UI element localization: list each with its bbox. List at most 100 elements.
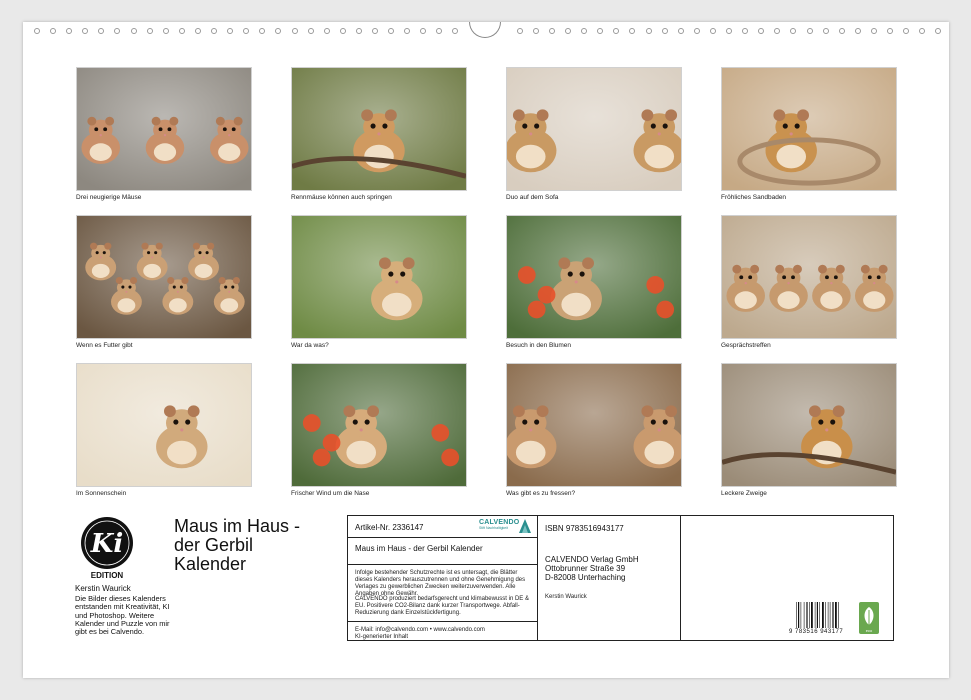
binding-hole: [516, 28, 523, 34]
binding-hole: [194, 28, 201, 34]
binding-hole: [742, 28, 749, 34]
calendar-photo: [506, 363, 682, 487]
publisher-city: D-82008 Unterhaching: [545, 573, 626, 582]
binding-hole: [291, 28, 298, 34]
logo-letters: Ki: [90, 529, 123, 559]
photo-caption: Rennmäuse können auch springen: [291, 194, 392, 201]
binding-hole: [854, 28, 861, 34]
binding-hole: [275, 28, 282, 34]
binding-hole: [114, 28, 121, 34]
gerbil-flowers-icon: [507, 216, 681, 338]
photo-caption: Gesprächstreffen: [721, 342, 771, 349]
calendar-photo: [76, 67, 252, 191]
ai-note: KI-generierter Inhalt: [355, 634, 409, 640]
photo-caption: Fröhliches Sandbaden: [721, 194, 787, 201]
calendar-photo: [291, 215, 467, 339]
article-number: Artikel-Nr. 2336147: [355, 523, 424, 532]
gerbil-pair-food-icon: [507, 364, 681, 486]
binding-hole: [82, 28, 89, 34]
binding-hole: [34, 28, 40, 34]
contact-line: E-Mail: info@calvendo.com • www.calvendo…: [355, 627, 485, 633]
binding-hole: [130, 28, 137, 34]
photo-caption: Was gibt es zu fressen?: [506, 490, 576, 497]
calendar-photo: [506, 215, 682, 339]
binding-hole: [532, 28, 539, 34]
binding-hole: [790, 28, 797, 34]
binding-hole: [935, 28, 942, 34]
binding-hole: [436, 28, 443, 34]
title-line: Kalender: [174, 554, 247, 574]
divider: [537, 516, 538, 640]
author-name: Kerstin Waurick: [75, 584, 131, 593]
binding-hole: [420, 28, 427, 34]
eco-notice: CALVENDO produziert bedarfsgerecht und k…: [355, 596, 529, 616]
binding-hole: [645, 28, 652, 34]
binding-hole: [629, 28, 636, 34]
calendar-title: Maus im Haus - der Gerbil Kalender: [174, 517, 334, 574]
binding-hole: [259, 28, 266, 34]
calendar-photo: [721, 215, 897, 339]
photo-caption: Drei neugierige Mäuse: [76, 194, 142, 201]
gerbil-sunshine-icon: [77, 364, 251, 486]
barcode-number: 9 783516 943177: [789, 629, 844, 635]
calendar-photo: [721, 67, 897, 191]
binding-hole: [307, 28, 314, 34]
eco-leaf-icon: eco: [859, 602, 879, 634]
binding-hole: [211, 28, 218, 34]
divider: [348, 537, 537, 538]
divider: [680, 516, 681, 640]
photo-caption: Leckere Zweige: [721, 490, 767, 497]
gerbil-twig-icon: [722, 364, 896, 486]
binding-hole: [919, 28, 926, 34]
binding-hole: [323, 28, 330, 34]
photo-caption: Frischer Wind um die Nase: [291, 490, 370, 497]
two-gerbils-icon: [507, 68, 681, 190]
binding-hole: [774, 28, 781, 34]
publisher-street: Ottobrunner Straße 39: [545, 564, 626, 573]
calendar-photo: [721, 363, 897, 487]
many-gerbils-icon: [77, 216, 251, 338]
binding-hole: [613, 28, 620, 34]
binding-hole: [66, 28, 73, 34]
binding-hole: [452, 28, 459, 34]
binding-hole: [886, 28, 893, 34]
binding-hole: [404, 28, 411, 34]
photo-caption: Duo auf dem Sofa: [506, 194, 559, 201]
photo-caption: War da was?: [291, 342, 329, 349]
calendar-photo: [291, 363, 467, 487]
binding-hole: [903, 28, 910, 34]
gerbil-group-icon: [722, 216, 896, 338]
binding-hole: [227, 28, 234, 34]
binding-hole: [243, 28, 250, 34]
calendar-name: Maus im Haus - der Gerbil Kalender: [355, 544, 483, 553]
info-box: Artikel-Nr. 2336147 CALVENDO Stift Nachh…: [347, 515, 894, 641]
binding-hole: [822, 28, 829, 34]
binding-hole: [806, 28, 813, 34]
binding-hole: [565, 28, 572, 34]
publisher-name: CALVENDO Verlag GmbH: [545, 555, 639, 564]
divider: [348, 564, 537, 565]
divider: [348, 621, 537, 622]
binding-hole: [726, 28, 733, 34]
calendar-photo: [76, 363, 252, 487]
binding-hole: [371, 28, 378, 34]
binding-hole: [581, 28, 588, 34]
gerbil-portrait-icon: [292, 216, 466, 338]
legal-notice: Infolge bestehender Schutzrechte ist es …: [355, 570, 526, 597]
binding-hole: [677, 28, 684, 34]
calendar-photo: [76, 215, 252, 339]
calendar-photo: [291, 67, 467, 191]
title-line: Maus im Haus -: [174, 516, 301, 536]
isbn: ISBN 9783516943177: [545, 524, 624, 533]
svg-text:eco: eco: [866, 628, 873, 633]
ki-edition-logo-icon: Ki EDITION: [79, 515, 135, 581]
title-line: der Gerbil: [174, 535, 254, 555]
binding-hole: [838, 28, 845, 34]
author-description: Die Bilder dieses Kalenders entstanden m…: [75, 594, 170, 637]
binding-hole: [709, 28, 716, 34]
gerbil-red-flower-icon: [292, 364, 466, 486]
photo-caption: Im Sonnenschein: [76, 490, 127, 497]
calvendo-logo-icon: CALVENDO Stift Nachhaltigkeit: [479, 519, 531, 537]
photo-caption: Wenn es Futter gibt: [76, 342, 133, 349]
three-gerbils-icon: [77, 68, 251, 190]
